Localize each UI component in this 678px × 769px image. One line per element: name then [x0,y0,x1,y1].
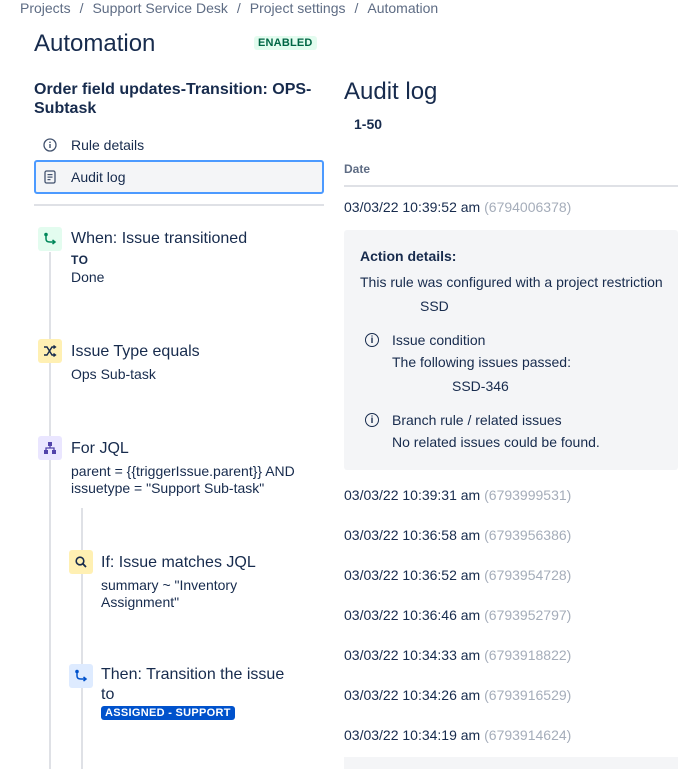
log-row[interactable]: 03/03/22 10:39:31 am (6793999531) [344,487,571,503]
restriction-value: SSD [420,298,449,314]
branch-step[interactable] [38,436,62,460]
info-icon: i [365,413,379,427]
log-id: (6794006378) [484,199,572,215]
breadcrumb-separator: / [236,0,241,16]
audit-log-title: Audit log [344,78,438,105]
info-icon [42,137,58,153]
issue-condition-title: Issue condition [392,332,486,348]
action-step[interactable] [69,664,93,688]
log-date: 03/03/22 10:34:33 am [344,647,481,663]
log-row[interactable]: 03/03/22 10:34:19 am (6793914624) [344,727,571,743]
next-row-background [344,757,678,769]
log-id: (6793914624) [484,727,572,743]
nav-rule-details-label: Rule details [71,137,145,153]
branch-value: parent = {{triggerIssue.parent}} AND iss… [71,463,295,496]
status-badge: ENABLED [254,36,317,50]
log-id: (6793918822) [484,647,572,663]
rule-name: Order field updates-Transition: OPS-Subt… [34,81,312,117]
log-date: 03/03/22 10:36:46 am [344,607,481,623]
breadcrumb-separator: / [354,0,359,16]
branch-connector [81,508,83,769]
transition-icon [75,669,88,682]
condition-step[interactable] [38,339,62,363]
log-id: (6793952797) [484,607,572,623]
condition-value: Ops Sub-task [71,366,156,382]
issue-condition-value[interactable]: SSD-346 [452,378,509,394]
trigger-to-label: TO [71,253,89,267]
log-id: (6793954728) [484,567,572,583]
breadcrumb-automation[interactable]: Automation [367,0,438,16]
header-divider [344,185,678,187]
branch-rule-text: No related issues could be found. [392,434,600,450]
breadcrumb-project-settings[interactable]: Project settings [250,0,346,16]
if-condition-step[interactable] [69,550,93,574]
log-date: 03/03/22 10:34:26 am [344,687,481,703]
action-details-panel: Action details: This rule was configured… [344,230,678,470]
log-date: 03/03/22 10:39:52 am [344,199,481,215]
if-condition-value: summary ~ "Inventory Assignment" [101,577,238,610]
branch-rule-title: Branch rule / related issues [392,412,562,428]
condition-title[interactable]: Issue Type equals [71,343,200,361]
breadcrumb-support-service-desk[interactable]: Support Service Desk [92,0,227,16]
log-date: 03/03/22 10:34:19 am [344,727,481,743]
log-date: 03/03/22 10:39:31 am [344,487,481,503]
breadcrumb-separator: / [79,0,84,16]
log-row-expanded[interactable]: 03/03/22 10:39:52 am (6794006378) [344,199,571,215]
log-id: (6793999531) [484,487,572,503]
status-lozenge: ASSIGNED - SUPPORT [101,706,235,720]
log-row[interactable]: 03/03/22 10:36:46 am (6793952797) [344,607,571,623]
search-icon [75,556,87,568]
column-header-date[interactable]: Date [344,162,370,176]
issue-condition-text: The following issues passed: [392,354,571,370]
log-date: 03/03/22 10:36:52 am [344,567,481,583]
transition-icon [44,232,57,245]
restriction-text: This rule was configured with a project … [360,274,663,290]
log-date: 03/03/22 10:36:58 am [344,527,481,543]
log-row[interactable]: 03/03/22 10:34:26 am (6793916529) [344,687,571,703]
action-details-heading: Action details: [360,248,457,264]
log-id: (6793956386) [484,527,572,543]
nav-audit-log[interactable]: Audit log [34,160,324,194]
shuffle-icon [44,344,57,358]
log-row[interactable]: 03/03/22 10:34:33 am (6793918822) [344,647,571,663]
log-id: (6793916529) [484,687,572,703]
info-icon: i [365,333,379,347]
if-condition-title[interactable]: If: Issue matches JQL [101,554,256,572]
divider [34,204,324,206]
hierarchy-icon [44,442,56,454]
pagination-range: 1-50 [354,116,383,132]
action-title[interactable]: Then: Transition the issue to [101,665,301,705]
log-row[interactable]: 03/03/22 10:36:58 am (6793956386) [344,527,571,543]
breadcrumb: Projects / Support Service Desk / Project se… [20,0,438,16]
trigger-step[interactable] [38,227,62,251]
page-title: Automation [34,30,156,57]
trigger-title[interactable]: When: Issue transitioned [71,230,247,248]
nav-audit-log-label: Audit log [71,169,126,185]
flow-connector [49,252,51,769]
breadcrumb-projects[interactable]: Projects [20,0,71,16]
document-icon [42,169,58,185]
log-row[interactable]: 03/03/22 10:36:52 am (6793954728) [344,567,571,583]
trigger-to-value: Done [71,269,105,285]
nav-rule-details[interactable]: Rule details [34,128,324,162]
branch-title[interactable]: For JQL [71,440,129,458]
